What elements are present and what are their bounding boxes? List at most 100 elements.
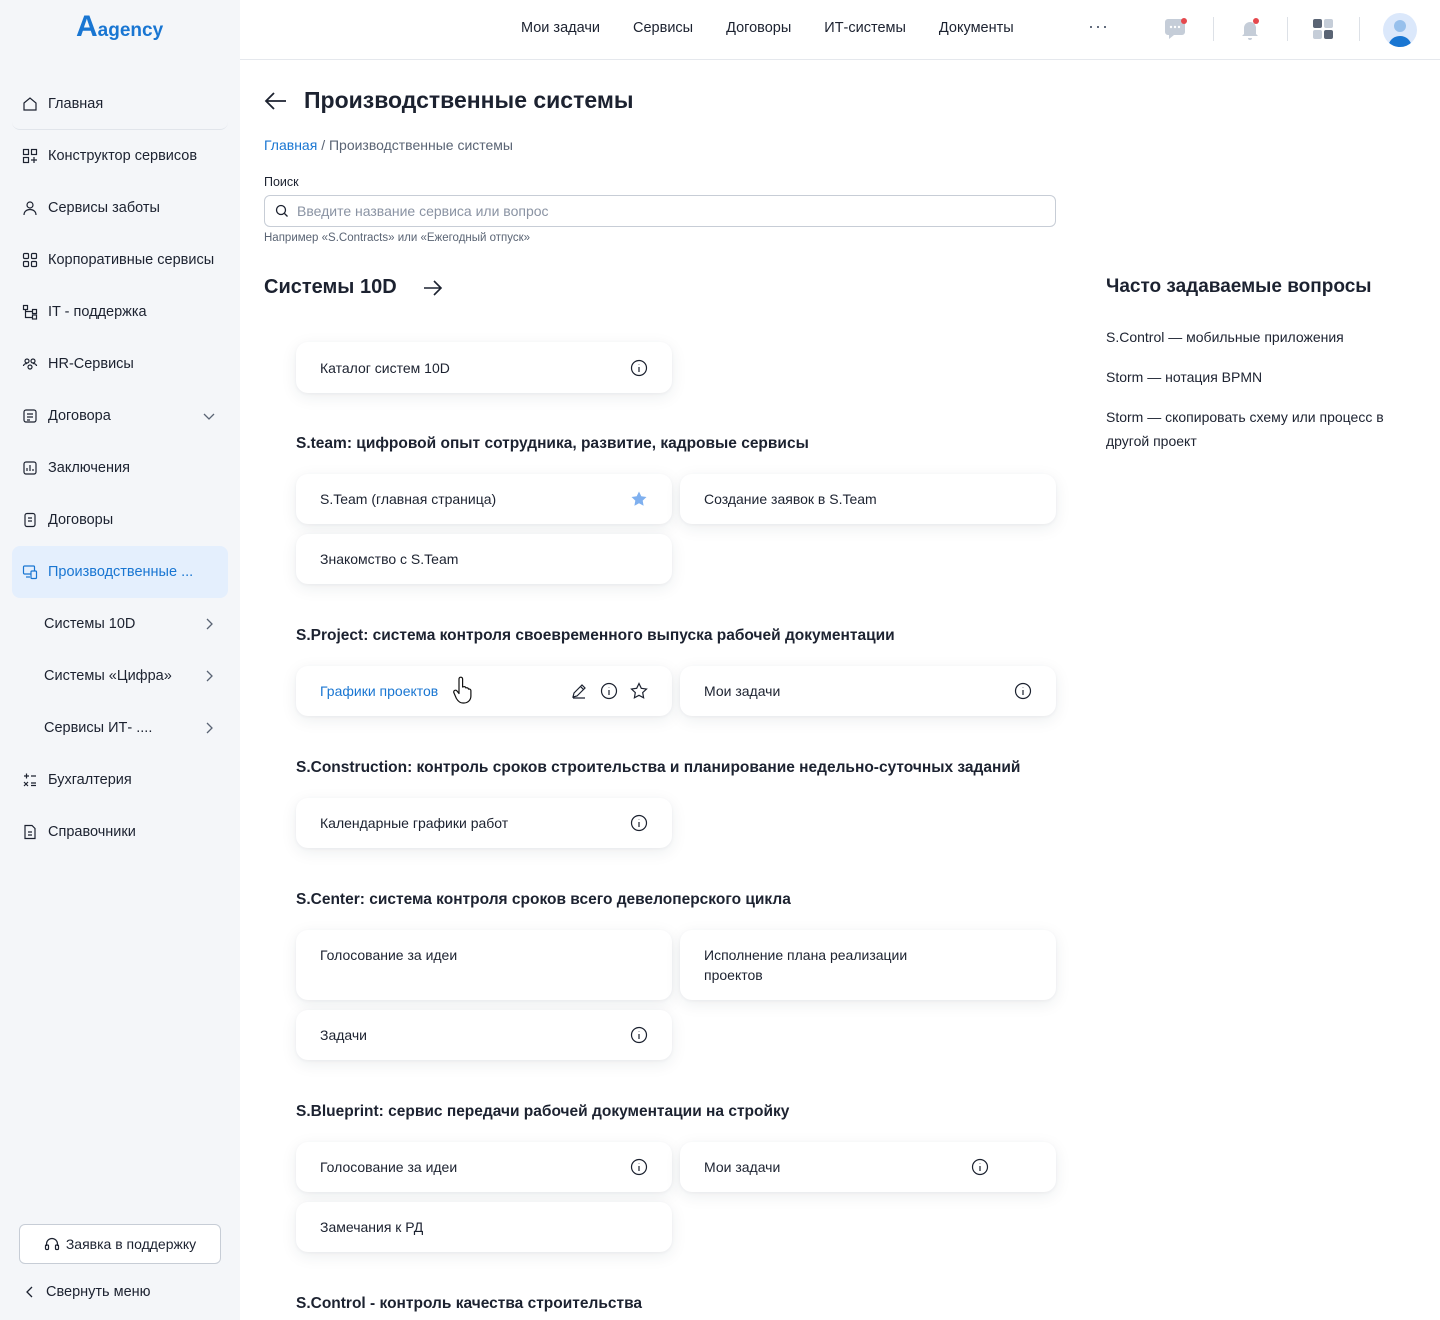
sidebar-item-conclusions[interactable]: Заключения	[12, 442, 228, 494]
service-card[interactable]: Календарные графики работ	[296, 798, 672, 848]
star-filled-icon[interactable]	[630, 490, 648, 508]
notification-dot	[1253, 18, 1259, 24]
faq-link[interactable]: Storm — скопировать схему или процесс в …	[1106, 405, 1406, 453]
sidebar-item-agreements[interactable]: Договоры	[12, 494, 228, 546]
service-card-label: Мои задачи	[704, 1159, 781, 1175]
home-icon	[23, 96, 37, 111]
group-title: S.Blueprint: сервис передачи рабочей док…	[296, 1103, 790, 1120]
sidebar-item-references[interactable]: Справочники	[12, 806, 228, 858]
search-label: Поиск	[264, 175, 299, 189]
sidebar-item-service-constructor[interactable]: Конструктор сервисов	[12, 130, 228, 182]
search-icon	[275, 204, 288, 217]
breadcrumb-home-link[interactable]: Главная	[264, 137, 317, 153]
calculator-icon	[23, 773, 36, 787]
sidebar-item-label: Договоры	[48, 512, 114, 528]
group-title: S.Project: система контроля своевременно…	[296, 627, 895, 644]
service-card-label: Задачи	[320, 1027, 368, 1043]
faq-link[interactable]: S.Control — мобильные приложения	[1106, 325, 1406, 349]
search-box[interactable]	[264, 195, 1056, 227]
service-card-label: Исполнение плана реализации проектов	[704, 947, 908, 983]
sidebar-item-label: Главная	[48, 95, 104, 112]
sidebar-item-label: Корпоративные сервисы	[48, 252, 215, 268]
sidebar-item-contracts-group[interactable]: Договора	[12, 390, 228, 442]
info-icon[interactable]	[600, 682, 618, 700]
sidebar-item-it-support[interactable]: IT - поддержка	[12, 286, 228, 338]
sidebar-item-label: Сервисы заботы	[48, 200, 160, 216]
chevron-right-icon	[206, 722, 213, 734]
user-avatar-icon	[1388, 20, 1412, 47]
service-card[interactable]: Задачи	[296, 1010, 672, 1060]
info-icon[interactable]	[971, 1158, 989, 1176]
sidebar-item-care-services[interactable]: Сервисы заботы	[12, 182, 228, 234]
back-button[interactable]	[264, 90, 288, 115]
service-card[interactable]: Создание заявок в S.Team	[680, 474, 1056, 524]
notifications-button[interactable]	[1237, 16, 1263, 42]
service-card[interactable]: Голосование за идеи	[296, 1142, 672, 1192]
sidebar-item-label: Заключения	[48, 460, 130, 476]
service-card[interactable]: Голосование за идеи	[296, 930, 672, 1000]
section-header[interactable]: Системы 10D	[264, 276, 443, 299]
sidebar-item-systems-cifra[interactable]: Системы «Цифра»	[12, 650, 228, 702]
chart-doc-icon	[23, 461, 37, 475]
info-icon[interactable]	[630, 1158, 648, 1176]
sidebar-item-systems-10d[interactable]: Системы 10D	[12, 598, 228, 650]
section-title: Системы 10D	[264, 276, 397, 298]
people-icon	[22, 358, 38, 370]
group-title: S.Control - контроль качества строительс…	[296, 1295, 643, 1312]
topnav-documents[interactable]: Документы	[939, 20, 1014, 36]
avatar[interactable]	[1383, 13, 1417, 47]
star-outline-icon[interactable]	[630, 682, 648, 700]
sidebar-item-it-services[interactable]: Сервисы ИТ- ....	[12, 702, 228, 754]
sidebar-item-hr-services[interactable]: HR-Сервисы	[12, 338, 228, 390]
service-card[interactable]: Графики проектов	[296, 666, 672, 716]
sidebar-item-production-systems[interactable]: Производственные ...	[12, 546, 228, 598]
sidebar-item-label: HR-Сервисы	[48, 356, 134, 372]
service-card[interactable]: Исполнение плана реализации проектов	[680, 930, 1056, 1000]
user-icon	[23, 201, 37, 216]
service-card-label: Мои задачи	[704, 683, 781, 699]
topnav-contracts[interactable]: Договоры	[726, 20, 791, 36]
service-card-label: Календарные графики работ	[320, 815, 509, 831]
chat-button[interactable]	[1162, 16, 1188, 42]
devices-icon	[22, 565, 38, 580]
arrow-left-icon	[264, 92, 286, 110]
support-request-button[interactable]: Заявка в поддержку	[19, 1224, 221, 1264]
sidebar-item-label: Сервисы ИТ- ....	[44, 720, 153, 736]
group-title: S.team: цифровой опыт сотрудника, развит…	[296, 435, 809, 452]
service-card[interactable]: Мои задачи	[680, 666, 1056, 716]
breadcrumb: Главная / Производственные системы	[264, 137, 513, 153]
service-card-label: Замечания к РД	[320, 1219, 424, 1235]
topnav-it-systems[interactable]: ИТ-системы	[824, 20, 906, 36]
info-icon[interactable]	[630, 814, 648, 832]
service-card[interactable]: Замечания к РД	[296, 1202, 672, 1252]
info-icon[interactable]	[1014, 682, 1032, 700]
search-input[interactable]	[297, 203, 1037, 219]
collapse-menu-button[interactable]: Свернуть меню	[24, 1284, 151, 1300]
info-icon[interactable]	[630, 1026, 648, 1044]
grid-plus-icon	[22, 148, 38, 164]
faq-link[interactable]: Storm — нотация BPMN	[1106, 365, 1406, 389]
apps-button[interactable]	[1310, 16, 1336, 42]
edit-icon[interactable]	[570, 682, 588, 700]
service-card[interactable]: S.Team (главная страница)	[296, 474, 672, 524]
sidebar-item-home[interactable]: Главная	[12, 78, 228, 130]
logo[interactable]: A agency	[76, 12, 163, 42]
sidebar-item-label: Системы «Цифра»	[44, 668, 172, 684]
document-list-icon	[23, 409, 37, 423]
service-card-label: Знакомство с S.Team	[320, 551, 459, 567]
sidebar-nav: Главная Конструктор сервисов Сервисы заб…	[12, 78, 228, 858]
info-icon[interactable]	[630, 359, 648, 377]
sidebar-item-accounting[interactable]: Бухгалтерия	[12, 754, 228, 806]
more-menu-button[interactable]: ···	[1088, 16, 1109, 37]
topnav-my-tasks[interactable]: Мои задачи	[521, 20, 600, 36]
sidebar-item-corporate-services[interactable]: Корпоративные сервисы	[12, 234, 228, 286]
service-card[interactable]: Мои задачи	[680, 1142, 1056, 1192]
service-card[interactable]: Каталог систем 10D	[296, 342, 672, 393]
sidebar-item-label: Конструктор сервисов	[48, 148, 198, 164]
topnav-services[interactable]: Сервисы	[633, 20, 693, 36]
chevron-down-icon[interactable]	[202, 409, 216, 423]
top-bar: Мои задачи Сервисы Договоры ИТ-системы Д…	[240, 0, 1440, 60]
service-card-label: S.Team (главная страница)	[320, 491, 497, 507]
service-card[interactable]: Знакомство с S.Team	[296, 534, 672, 584]
bell-icon	[1242, 22, 1258, 40]
